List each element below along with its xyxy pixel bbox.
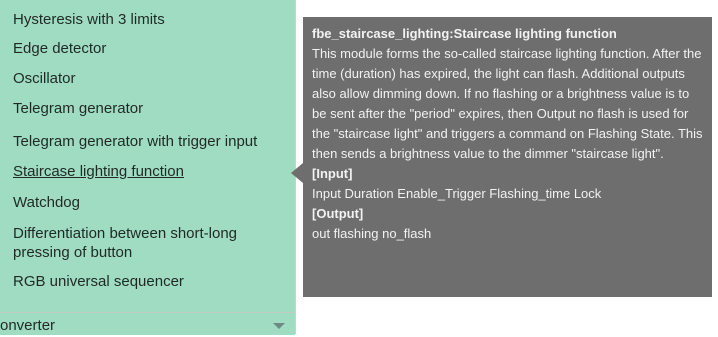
menu-item-label: Differentiation between short-long press… bbox=[13, 225, 238, 261]
tooltip-pointer bbox=[291, 163, 303, 183]
menu-item-watchdog[interactable]: Watchdog bbox=[13, 193, 289, 212]
menu-item-telegram-generator-trigger[interactable]: Telegram generator with trigger input bbox=[13, 132, 289, 151]
function-menu: Hysteresis with 3 limits Edge detector O… bbox=[0, 0, 296, 335]
tooltip-output-text: out flashing no_flash bbox=[312, 226, 432, 241]
menu-item-label: Watchdog bbox=[13, 194, 80, 211]
category-selector[interactable]: onverter bbox=[0, 312, 295, 335]
menu-item-hysteresis[interactable]: Hysteresis with 3 limits bbox=[13, 10, 289, 29]
menu-item-label: Oscillator bbox=[13, 70, 76, 87]
function-tooltip: fbe_staircase_lighting:Staircase lightin… bbox=[303, 17, 712, 297]
tooltip-input-text: Input Duration Enable_Trigger Flashing_t… bbox=[312, 186, 602, 201]
menu-item-label: Telegram generator bbox=[13, 100, 144, 117]
menu-item-oscillator[interactable]: Oscillator bbox=[13, 69, 289, 88]
menu-item-label: RGB universal sequencer bbox=[13, 273, 184, 290]
menu-item-staircase-lighting[interactable]: Staircase lighting function bbox=[13, 162, 289, 181]
tooltip-output-heading: [Output] bbox=[312, 206, 364, 221]
menu-item-label: Telegram generator with trigger input bbox=[13, 133, 258, 150]
menu-item-label: Hysteresis with 3 limits bbox=[13, 11, 165, 28]
menu-item-label: Staircase lighting function bbox=[13, 163, 184, 180]
tooltip-title: fbe_staircase_lighting:Staircase lightin… bbox=[312, 26, 617, 41]
menu-item-rgb-sequencer[interactable]: RGB universal sequencer bbox=[13, 272, 289, 291]
tooltip-description: This module forms the so-called staircas… bbox=[312, 46, 703, 161]
tooltip-input-heading: [Input] bbox=[312, 166, 353, 181]
menu-item-short-long-press[interactable]: Differentiation between short-long press… bbox=[13, 224, 275, 262]
chevron-down-icon[interactable] bbox=[272, 319, 286, 331]
menu-item-edge-detector[interactable]: Edge detector bbox=[13, 39, 289, 58]
menu-item-telegram-generator[interactable]: Telegram generator bbox=[13, 99, 289, 118]
page-edge bbox=[712, 0, 718, 334]
menu-item-label: Edge detector bbox=[13, 40, 107, 57]
category-label: onverter bbox=[0, 317, 56, 334]
